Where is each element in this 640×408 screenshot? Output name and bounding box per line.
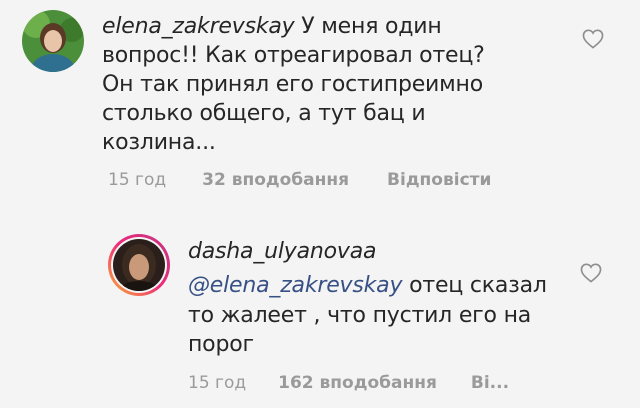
avatar-story-ring[interactable] xyxy=(108,234,170,296)
avatar[interactable] xyxy=(22,10,84,72)
comment-text-line-3: порог xyxy=(188,332,254,357)
comment-text: @elena_zakrevskay отец сказал xyxy=(188,271,568,300)
reply-button[interactable]: Відповісти xyxy=(387,170,491,190)
comment-text: elena_zakrevskay У меня один xyxy=(102,12,562,41)
reply-username-line: dasha_ulyanovaa xyxy=(188,237,376,266)
avatar-photo xyxy=(22,10,84,72)
comment-text-line-4: столько общего, а тут бац и xyxy=(102,101,426,126)
mention-link[interactable]: @elena_zakrevskay xyxy=(188,273,402,298)
comment-meta: 15 год 162 вподобання Ві... xyxy=(188,373,509,393)
comment-text-line-2: то жалеет , что пустил его на xyxy=(188,303,532,328)
comment-username[interactable]: dasha_ulyanovaa xyxy=(188,239,376,264)
heart-outline-icon[interactable] xyxy=(580,263,602,283)
comment-text-line-3: Он так принял его гостипреимно xyxy=(102,72,483,97)
likes-count[interactable]: 162 вподобання xyxy=(278,373,437,393)
avatar-photo xyxy=(113,239,165,291)
comment-time: 15 год xyxy=(188,373,247,393)
comment-text-line-1: отец сказал xyxy=(402,273,547,298)
reply-button[interactable]: Ві... xyxy=(471,373,509,393)
likes-count[interactable]: 32 вподобання xyxy=(202,170,349,190)
comment-time: 15 год xyxy=(108,170,167,190)
comment-text-line-5: козлина... xyxy=(102,130,216,155)
comment-text-line-2: вопрос!! Как отреагировал отец? xyxy=(102,43,485,68)
comment-text-line-1: У меня один xyxy=(294,14,442,39)
comment-meta: 15 год 32 вподобання Відповісти xyxy=(108,170,491,190)
comment-username[interactable]: elena_zakrevskay xyxy=(102,14,295,39)
heart-outline-icon[interactable] xyxy=(582,29,604,49)
avatar xyxy=(113,239,165,291)
